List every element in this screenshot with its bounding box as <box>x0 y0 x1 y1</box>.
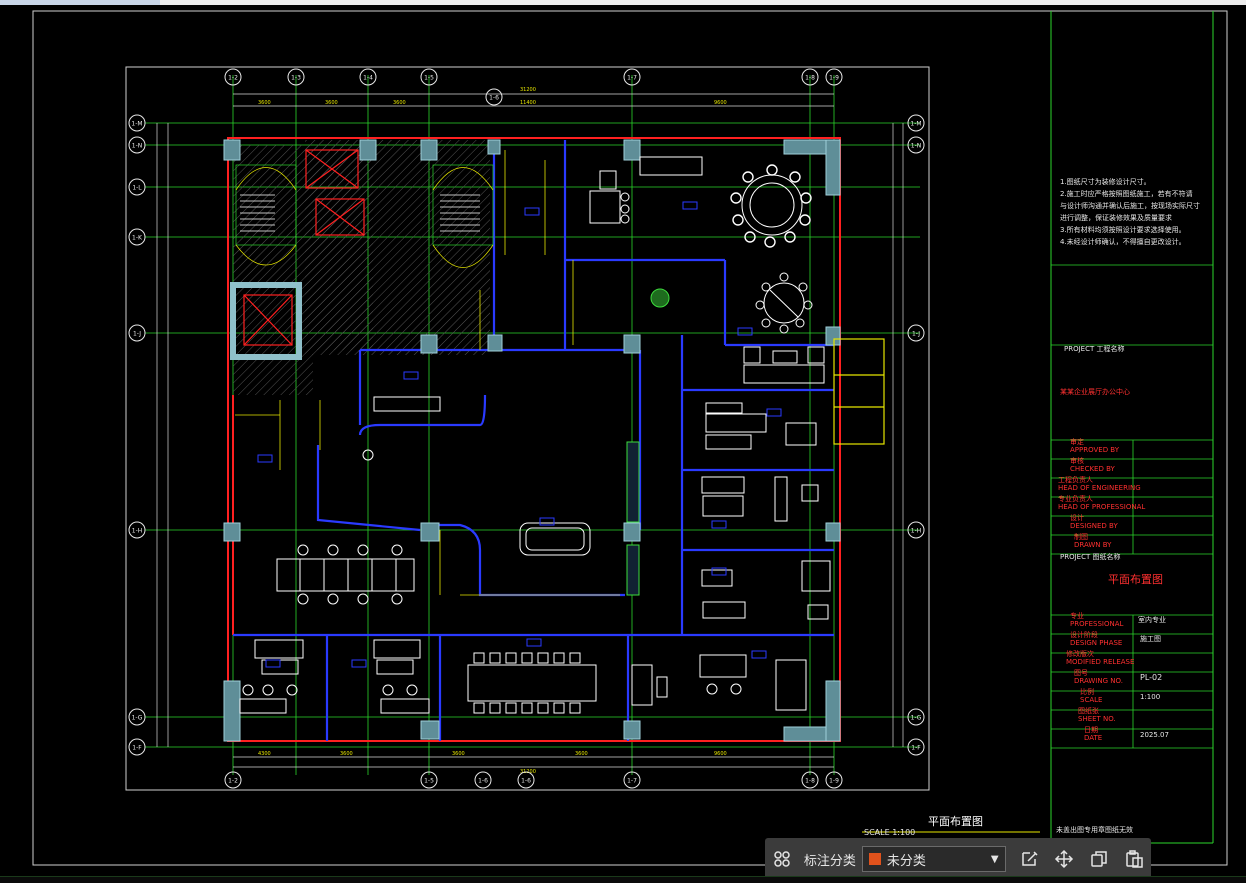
drawing-no-value: PL-02 <box>1140 673 1163 682</box>
plan-scale: SCALE 1:100 <box>864 828 916 837</box>
category-select-value: 未分类 <box>886 853 926 869</box>
grid-bubble-label: 1-H <box>911 528 922 535</box>
date-value: 2025.07 <box>1140 731 1169 739</box>
grid-bubble-label: 1-M <box>131 121 142 128</box>
svg-text:11400: 11400 <box>520 100 536 106</box>
grid-bubble-label: 1-3 <box>291 75 301 82</box>
grid-bubble-label: 1-H <box>132 528 143 535</box>
grid-bubble-label: 1-N <box>911 143 921 150</box>
grid-view-icon[interactable] <box>765 841 800 877</box>
drawn-label: 制图 DRAWN BY <box>1074 533 1112 549</box>
paste-icon[interactable] <box>1116 841 1151 877</box>
grid-bubble-label: 1-4 <box>363 75 373 82</box>
drawing-no-label: 图号 DRAWING NO. <box>1074 669 1123 685</box>
grid-bubble-label: 1-K <box>132 235 143 242</box>
grid-bubble-label: 1-F <box>132 745 142 752</box>
grid-bubble-label: 1-2 <box>228 75 238 82</box>
grid-bubble-label: 1-7 <box>627 778 637 785</box>
design-notes: 1.图纸尺寸为装修设计尺寸。 2.施工时应严格按照图纸施工，若有不符请 与设计师… <box>1060 178 1210 250</box>
scale-label: 比例 SCALE <box>1080 688 1103 704</box>
category-label: 标注分类 <box>803 853 856 869</box>
grid-bubble-label: 1-N <box>132 143 142 150</box>
grid-bubble-label: 1-7 <box>627 75 637 82</box>
project-label: PROJECT 工程名称 <box>1064 345 1125 353</box>
date-label: 日期 DATE <box>1084 726 1103 742</box>
svg-text:3600: 3600 <box>452 751 465 757</box>
grid-bubble-label: 1-9 <box>829 778 839 785</box>
grid-bubble-label: 1-6 <box>521 778 531 785</box>
bottom-note: 未盖出图专用章图纸无效 <box>1056 826 1133 834</box>
professional-value: 室内专业 <box>1138 616 1166 624</box>
scale-value: 1:100 <box>1140 693 1161 701</box>
checked-label: 审核 CHECKED BY <box>1070 457 1115 473</box>
svg-text:31200: 31200 <box>520 87 536 93</box>
category-color-swatch <box>868 853 881 865</box>
project-name: 某某企业展厅办公中心 <box>1060 388 1130 396</box>
grid-bubble-label: 1-J <box>133 331 141 338</box>
phase-value: 施工图 <box>1140 635 1161 643</box>
svg-text:9600: 9600 <box>714 751 727 757</box>
copy-icon[interactable] <box>1081 841 1116 877</box>
svg-text:3600: 3600 <box>575 751 588 757</box>
project2-label: PROJECT 图纸名称 <box>1060 553 1121 561</box>
plan-title: 平面布置图 <box>928 815 983 828</box>
drawing-name: 平面布置图 <box>1108 573 1163 586</box>
note-line: 2.施工时应严格按照图纸施工，若有不符请 <box>1060 190 1193 198</box>
note-line: 1.图纸尺寸为装修设计尺寸。 <box>1060 178 1151 186</box>
svg-text:4300: 4300 <box>258 751 271 757</box>
note-line: 4.未经设计师确认，不得擅自更改设计。 <box>1060 238 1186 246</box>
grid-bubbles-right: 1-M 1-N 1-J 1-H 1-G 1-F <box>907 114 925 756</box>
grid-bubble-label: 1-5 <box>424 75 434 82</box>
grid-bubble-label: 1-2 <box>228 778 238 785</box>
grid-bubble-label: 1-G <box>132 715 143 722</box>
grid-bubble-label: 1-8 <box>805 778 815 785</box>
cad-drawing-canvas[interactable]: 3600 3600 3600 11400 9600 31200 4300 3600 360… <box>0 5 1246 876</box>
grid-bubble-label: 1-5 <box>424 778 434 785</box>
approved-label: 审定 APPROVED BY <box>1070 438 1120 454</box>
note-line: 3.所有材料均须按照设计要求选择使用。 <box>1060 226 1186 234</box>
grid-bubble-label: 1-M <box>910 121 921 128</box>
move-icon[interactable] <box>1046 841 1081 877</box>
designed-label: 设计 DESIGNED BY <box>1070 514 1118 530</box>
edit-icon[interactable] <box>1012 841 1047 877</box>
svg-text:3600: 3600 <box>325 100 338 106</box>
annotation-toolbar: 标注分类 未分类 ▼ <box>765 838 1151 880</box>
phase-label: 设计阶段 DESIGN PHASE <box>1070 631 1123 647</box>
svg-text:3600: 3600 <box>393 100 406 106</box>
grid-bubble-label: 1-6 <box>489 95 499 102</box>
release-label: 修改版次 MODIFIED RELEASE <box>1066 650 1135 666</box>
svg-text:3600: 3600 <box>258 100 271 106</box>
head-professional-label: 专业负责人 HEAD OF PROFESSIONAL <box>1058 495 1146 511</box>
grid-bubble-label: 1-G <box>911 715 922 722</box>
grid-bubble-label: 1-L <box>132 185 142 192</box>
grid-bubbles-left: 1-M 1-N 1-L 1-K 1-J 1-H 1-G 1-F <box>128 114 146 756</box>
professional-label: 专业 PROFESSIONAL <box>1070 612 1124 628</box>
note-line: 进行调整，保证装修效果及质量要求 <box>1060 214 1172 222</box>
category-select[interactable]: 未分类 ▼ <box>861 846 1006 872</box>
sheet-label: 图纸张 SHEET NO. <box>1078 707 1116 723</box>
svg-text:3600: 3600 <box>340 751 353 757</box>
grid-bubble-label: 1-J <box>912 331 920 338</box>
head-engineering-label: 工程负责人 HEAD OF ENGINEERING <box>1058 476 1141 492</box>
grid-bubble-label: 1-F <box>911 745 921 752</box>
balcony-frames <box>833 338 885 445</box>
svg-text:9600: 9600 <box>714 100 727 106</box>
grid-bubble-label: 1-9 <box>829 75 839 82</box>
note-line: 与设计师沟通并确认后施工，按现场实际尺寸 <box>1060 202 1200 210</box>
chevron-down-icon: ▼ <box>990 853 999 865</box>
grid-bubble-label: 1-8 <box>805 75 815 82</box>
grid-bubble-label: 1-6 <box>478 778 488 785</box>
